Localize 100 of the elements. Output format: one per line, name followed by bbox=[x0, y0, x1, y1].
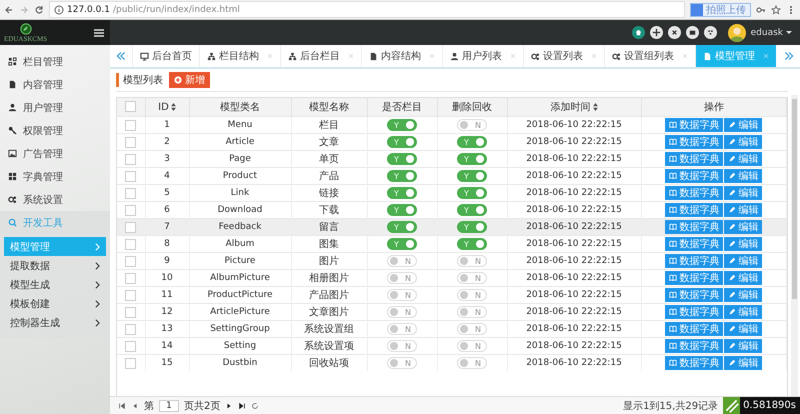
menu-icon[interactable] bbox=[94, 28, 104, 36]
sidebar-item[interactable]: 权限管理 bbox=[0, 119, 110, 142]
scrollbar[interactable] bbox=[791, 95, 798, 396]
row-checkbox[interactable] bbox=[125, 340, 136, 352]
tab[interactable]: 设置列表 bbox=[523, 45, 604, 67]
address-bar[interactable]: 127.0.0.1 /public/run/index/index.html bbox=[49, 1, 685, 18]
key-icon[interactable] bbox=[756, 4, 766, 14]
toggle-switch[interactable]: Y bbox=[387, 153, 417, 165]
toggle-switch[interactable]: Y bbox=[387, 187, 417, 199]
page-input[interactable]: 1 bbox=[159, 400, 179, 412]
toggle-switch[interactable]: N bbox=[457, 255, 487, 267]
row-checkbox[interactable] bbox=[125, 120, 136, 130]
toggle-switch[interactable]: Y bbox=[387, 119, 417, 131]
toggle-switch[interactable]: N bbox=[387, 306, 417, 318]
row-checkbox[interactable] bbox=[125, 358, 136, 368]
row-checkbox[interactable] bbox=[125, 256, 136, 266]
submenu-item[interactable]: 模板创建 bbox=[4, 294, 106, 313]
dictionary-button[interactable]: 数据字典 bbox=[665, 152, 724, 166]
back-icon[interactable] bbox=[4, 4, 14, 14]
dictionary-button[interactable]: 数据字典 bbox=[665, 305, 724, 319]
dictionary-button[interactable]: 数据字典 bbox=[665, 169, 724, 183]
dictionary-button[interactable]: 数据字典 bbox=[665, 356, 724, 370]
dictionary-button[interactable]: 数据字典 bbox=[665, 186, 724, 200]
home-icon[interactable] bbox=[632, 26, 645, 39]
sidebar-item[interactable]: 广告管理 bbox=[0, 142, 110, 165]
sidebar-item[interactable]: 系统设置 bbox=[0, 188, 110, 211]
submenu-item[interactable]: 提取数据 bbox=[4, 256, 106, 275]
sidebar-item[interactable]: 开发工具 bbox=[0, 211, 110, 234]
toggle-switch[interactable]: N bbox=[387, 255, 417, 267]
toggle-switch[interactable]: Y bbox=[387, 221, 417, 233]
sidebar-item[interactable]: 字典管理 bbox=[0, 165, 110, 188]
toggle-switch[interactable]: Y bbox=[387, 238, 417, 250]
toggle-switch[interactable]: N bbox=[457, 323, 487, 335]
tab[interactable]: 后台首页 bbox=[132, 45, 199, 67]
previous-page-icon[interactable] bbox=[131, 402, 139, 410]
image-icon[interactable] bbox=[686, 26, 699, 39]
dictionary-button[interactable]: 数据字典 bbox=[665, 118, 724, 132]
edit-button[interactable]: 编辑 bbox=[724, 305, 762, 319]
forward-icon[interactable] bbox=[19, 4, 29, 14]
row-checkbox[interactable] bbox=[125, 306, 136, 318]
extension-button[interactable]: 拍照上传 bbox=[690, 2, 751, 16]
dictionary-button[interactable]: 数据字典 bbox=[665, 220, 724, 234]
toggle-switch[interactable]: Y bbox=[387, 136, 417, 148]
submenu-item[interactable]: 模型生成 bbox=[4, 275, 106, 294]
edit-button[interactable]: 编辑 bbox=[724, 339, 762, 353]
edit-button[interactable]: 编辑 bbox=[724, 186, 762, 200]
toggle-switch[interactable]: N bbox=[457, 272, 487, 284]
user-menu[interactable]: eduask bbox=[750, 28, 792, 38]
toggle-switch[interactable]: Y bbox=[457, 136, 487, 148]
select-all-checkbox[interactable] bbox=[125, 101, 136, 112]
tab[interactable]: 模型管理 bbox=[695, 45, 776, 67]
toggle-switch[interactable]: N bbox=[387, 289, 417, 301]
toggle-switch[interactable]: Y bbox=[457, 153, 487, 165]
toggle-switch[interactable]: N bbox=[457, 340, 487, 352]
edit-button[interactable]: 编辑 bbox=[724, 254, 762, 268]
row-checkbox[interactable] bbox=[125, 204, 136, 216]
toggle-switch[interactable]: N bbox=[457, 119, 487, 131]
star-icon[interactable] bbox=[771, 4, 781, 14]
first-page-icon[interactable] bbox=[118, 402, 126, 410]
refresh-icon[interactable] bbox=[251, 402, 260, 410]
dictionary-button[interactable]: 数据字典 bbox=[665, 135, 724, 149]
reload-icon[interactable] bbox=[34, 4, 44, 14]
toggle-switch[interactable]: N bbox=[457, 357, 487, 369]
row-checkbox[interactable] bbox=[125, 154, 136, 164]
dictionary-button[interactable]: 数据字典 bbox=[665, 271, 724, 285]
last-page-icon[interactable] bbox=[238, 402, 246, 410]
dictionary-button[interactable]: 数据字典 bbox=[665, 339, 724, 353]
toggle-switch[interactable]: Y bbox=[387, 170, 417, 182]
toggle-switch[interactable]: Y bbox=[457, 238, 487, 250]
edit-button[interactable]: 编辑 bbox=[724, 220, 762, 234]
toggle-switch[interactable]: N bbox=[387, 357, 417, 369]
row-checkbox[interactable] bbox=[125, 136, 136, 148]
dictionary-button[interactable]: 数据字典 bbox=[665, 237, 724, 251]
toggle-switch[interactable]: N bbox=[457, 306, 487, 318]
close-icon[interactable] bbox=[668, 26, 681, 39]
edit-button[interactable]: 编辑 bbox=[724, 169, 762, 183]
edit-button[interactable]: 编辑 bbox=[724, 322, 762, 336]
row-checkbox[interactable] bbox=[125, 272, 136, 284]
dictionary-button[interactable]: 数据字典 bbox=[665, 254, 724, 268]
edit-button[interactable]: 编辑 bbox=[724, 118, 762, 132]
move-icon[interactable] bbox=[650, 26, 663, 39]
toggle-switch[interactable]: N bbox=[387, 323, 417, 335]
tab[interactable]: 内容结构 bbox=[361, 45, 442, 67]
row-checkbox[interactable] bbox=[125, 170, 136, 182]
edit-button[interactable]: 编辑 bbox=[724, 237, 762, 251]
toggle-switch[interactable]: Y bbox=[387, 204, 417, 216]
sidebar-item[interactable]: 栏目管理 bbox=[0, 50, 110, 73]
row-checkbox[interactable] bbox=[125, 324, 136, 334]
toggle-switch[interactable]: Y bbox=[457, 187, 487, 199]
tab[interactable]: 用户列表 bbox=[442, 45, 523, 67]
avatar-icon[interactable] bbox=[728, 24, 746, 42]
toggle-switch[interactable]: Y bbox=[457, 221, 487, 233]
row-checkbox[interactable] bbox=[125, 290, 136, 300]
toggle-switch[interactable]: N bbox=[387, 272, 417, 284]
row-checkbox[interactable] bbox=[125, 188, 136, 198]
edit-button[interactable]: 编辑 bbox=[724, 288, 762, 302]
tab[interactable]: 后台栏目 bbox=[280, 45, 361, 67]
toggle-switch[interactable]: N bbox=[387, 340, 417, 352]
toggle-switch[interactable]: N bbox=[457, 289, 487, 301]
dictionary-button[interactable]: 数据字典 bbox=[665, 288, 724, 302]
